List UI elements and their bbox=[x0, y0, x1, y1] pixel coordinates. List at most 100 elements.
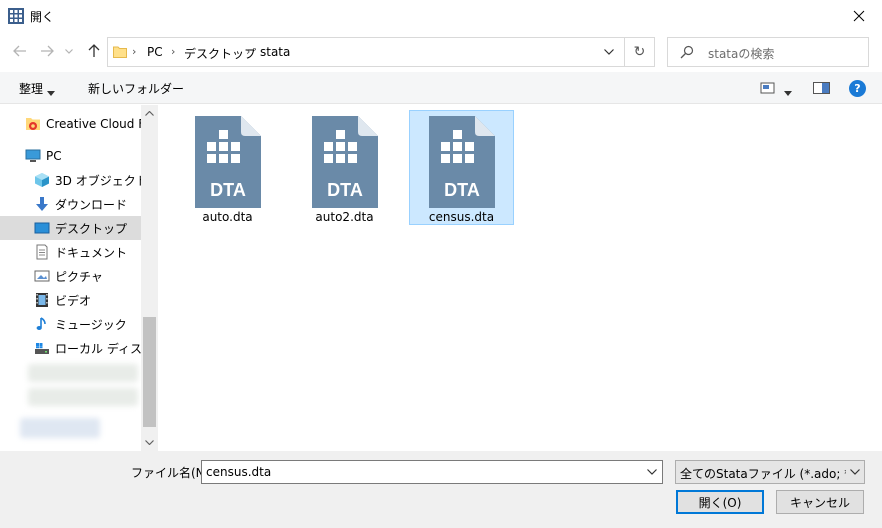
refresh-button[interactable]: ↻ bbox=[624, 38, 654, 66]
breadcrumb-stata[interactable]: stata bbox=[260, 45, 290, 59]
sidebar-item-label: ミュージック bbox=[55, 317, 127, 332]
download-icon bbox=[34, 196, 50, 212]
caret-down-icon bbox=[47, 85, 55, 99]
chevron-up-icon bbox=[145, 111, 154, 116]
preview-pane-icon bbox=[813, 82, 830, 94]
arrow-up-icon bbox=[88, 44, 100, 57]
sidebar-item-local-disk[interactable]: ローカル ディスク (C bbox=[0, 336, 142, 360]
breadcrumb-separator: › bbox=[246, 45, 251, 58]
sidebar-item-desktop[interactable]: デスクトップ bbox=[0, 216, 142, 240]
file-name: census.dta bbox=[428, 210, 495, 224]
help-button[interactable]: ? bbox=[849, 80, 866, 97]
file-type-value: 全てのStataファイル (*.ado; *.class bbox=[680, 467, 865, 481]
view-options-button[interactable] bbox=[784, 85, 792, 99]
sidebar-item-documents[interactable]: ドキュメント bbox=[0, 240, 142, 264]
sidebar-item-label: ダウンロード bbox=[55, 197, 128, 212]
sidebar-item-music[interactable]: ミュージック bbox=[0, 312, 142, 336]
chevron-down-icon bbox=[65, 48, 73, 54]
videos-icon bbox=[34, 292, 50, 308]
sidebar-item-downloads[interactable]: ダウンロード bbox=[0, 192, 142, 216]
music-icon bbox=[34, 316, 50, 332]
stata-app-icon bbox=[8, 8, 24, 24]
close-icon bbox=[853, 10, 865, 22]
up-button[interactable] bbox=[85, 42, 103, 60]
recent-locations-button[interactable] bbox=[63, 42, 75, 60]
sidebar-item-obscured[interactable] bbox=[28, 364, 138, 382]
forward-button[interactable] bbox=[38, 42, 56, 60]
folder-icon bbox=[113, 45, 127, 62]
file-item[interactable]: DTA auto2.dta bbox=[292, 110, 397, 225]
file-item[interactable]: DTA auto.dta bbox=[175, 110, 280, 225]
sidebar-item-label: 3D オブジェクト bbox=[55, 173, 142, 188]
file-name: auto2.dta bbox=[315, 210, 374, 224]
search-input[interactable]: stataの検索 bbox=[708, 45, 774, 62]
sidebar-item-pc[interactable]: PC bbox=[0, 144, 142, 168]
sidebar-item-label: ピクチャ bbox=[55, 269, 103, 284]
chevron-down-icon bbox=[850, 469, 860, 475]
stata-data-file-icon: DTA bbox=[429, 116, 495, 208]
sidebar-item-obscured[interactable] bbox=[20, 418, 100, 438]
file-type-dropdown-button[interactable] bbox=[846, 461, 864, 483]
address-dropdown-button[interactable] bbox=[596, 38, 622, 66]
stata-data-file-icon: DTA bbox=[312, 116, 378, 208]
chevron-down-icon bbox=[647, 469, 657, 475]
creative-cloud-icon bbox=[25, 116, 41, 132]
sidebar-item-label: ドキュメント bbox=[55, 245, 128, 260]
sidebar-item-pictures[interactable]: ピクチャ bbox=[0, 264, 142, 288]
search-box[interactable]: stataの検索 bbox=[667, 37, 869, 67]
breadcrumb-separator: › bbox=[132, 45, 137, 58]
svg-text:DTA: DTA bbox=[327, 180, 363, 200]
title-bar: 開く bbox=[0, 0, 882, 32]
new-folder-button[interactable]: 新しいフォルダー bbox=[88, 80, 184, 97]
desktop-icon bbox=[34, 220, 50, 236]
svg-text:DTA: DTA bbox=[444, 180, 480, 200]
pc-icon bbox=[25, 148, 41, 164]
navigation-bar: › PC › デスクトップ › stata ↻ stataの検索 bbox=[0, 32, 882, 70]
breadcrumb-separator: › bbox=[171, 45, 176, 58]
documents-icon bbox=[34, 244, 50, 260]
back-button[interactable] bbox=[11, 42, 29, 60]
file-item-selected[interactable]: DTA census.dta bbox=[409, 110, 514, 225]
address-bar[interactable]: › PC › デスクトップ › stata ↻ bbox=[107, 37, 655, 67]
cancel-button[interactable]: キャンセル bbox=[776, 490, 864, 514]
scroll-down-button[interactable] bbox=[141, 434, 158, 451]
file-type-select[interactable]: 全てのStataファイル (*.ado; *.class bbox=[675, 460, 865, 484]
arrow-right-icon bbox=[41, 45, 54, 57]
caret-down-icon bbox=[784, 91, 792, 96]
sidebar-item-3d-objects[interactable]: 3D オブジェクト bbox=[0, 168, 142, 192]
refresh-icon: ↻ bbox=[633, 44, 646, 60]
change-view-button[interactable] bbox=[760, 81, 776, 98]
organize-button[interactable]: 整理 bbox=[19, 80, 43, 97]
breadcrumb-pc[interactable]: PC bbox=[147, 45, 163, 59]
3d-objects-icon bbox=[34, 172, 50, 188]
search-icon bbox=[680, 45, 694, 62]
open-button[interactable]: 開く(O) bbox=[676, 490, 764, 514]
sidebar-item-label: Creative Cloud File bbox=[46, 117, 142, 131]
file-name: auto.dta bbox=[202, 210, 253, 224]
arrow-left-icon bbox=[13, 45, 26, 57]
sidebar-item-label: PC bbox=[46, 149, 62, 163]
sidebar-item-videos[interactable]: ビデオ bbox=[0, 288, 142, 312]
chevron-down-icon bbox=[145, 440, 154, 445]
dialog-footer: ファイル名(N): census.dta 全てのStataファイル (*.ado… bbox=[0, 451, 882, 528]
sidebar-item-label: ローカル ディスク (C bbox=[55, 341, 142, 356]
close-button[interactable] bbox=[836, 0, 882, 32]
view-icon bbox=[760, 82, 775, 94]
sidebar-item-label: デスクトップ bbox=[55, 221, 128, 236]
filename-value[interactable]: census.dta bbox=[206, 465, 271, 479]
chevron-down-icon bbox=[604, 49, 614, 55]
file-list: DTA auto.dta DTA auto2.dta DTA census.dt… bbox=[158, 105, 882, 451]
navigation-pane: Creative Cloud File PC 3D オブジェクト ダウンロード … bbox=[0, 105, 158, 451]
sidebar-item-label: ビデオ bbox=[55, 293, 92, 308]
command-toolbar: 整理 新しいフォルダー ? bbox=[0, 72, 882, 104]
sidebar-scrollbar[interactable] bbox=[141, 105, 158, 451]
sidebar-item-creative-cloud[interactable]: Creative Cloud File bbox=[0, 112, 142, 136]
filename-field[interactable]: census.dta bbox=[201, 460, 663, 484]
scrollbar-thumb[interactable] bbox=[143, 317, 156, 427]
stata-data-file-icon: DTA bbox=[195, 116, 261, 208]
sidebar-item-obscured[interactable] bbox=[28, 388, 138, 406]
svg-text:DTA: DTA bbox=[210, 180, 246, 200]
preview-pane-button[interactable] bbox=[813, 81, 830, 98]
scroll-up-button[interactable] bbox=[141, 105, 158, 122]
filename-history-dropdown[interactable] bbox=[642, 461, 662, 483]
